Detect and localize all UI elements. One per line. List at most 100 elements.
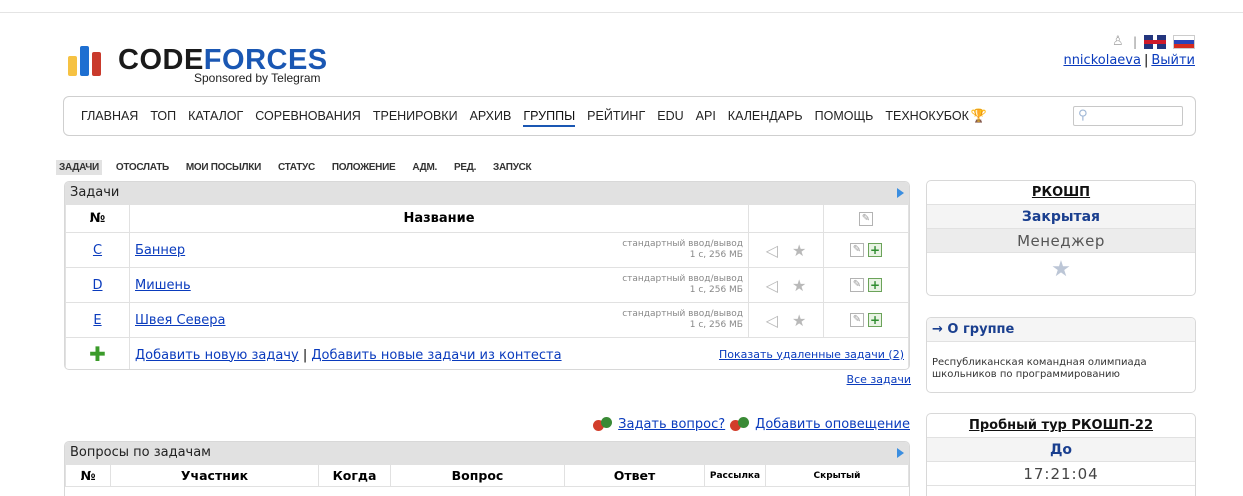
menu-item-calendar[interactable]: КАЛЕНДАРЬ: [728, 109, 803, 127]
arrow-right-icon[interactable]: [897, 188, 904, 198]
problem-name-link[interactable]: Мишень: [135, 274, 191, 293]
menu-item-help[interactable]: ПОМОЩЬ: [815, 109, 874, 127]
bell-icon[interactable]: ♙: [1112, 34, 1126, 50]
logo-bar-blue: [80, 46, 89, 76]
menu-item-edu[interactable]: EDU: [657, 109, 683, 127]
problem-name-link[interactable]: Швея Севера: [135, 309, 225, 328]
lang-separator: |: [1132, 35, 1137, 49]
problem-name-cell: Баннер стандартный ввод/вывод 1 с, 256 МБ: [129, 232, 749, 268]
submenu-status[interactable]: СТАТУС: [275, 160, 318, 175]
submenu-admin[interactable]: АДМ.: [409, 160, 440, 175]
menu-item-gym[interactable]: ТРЕНИРОВКИ: [373, 109, 458, 127]
problem-actions: ◁ ★: [749, 311, 823, 330]
logo-bar-yellow: [68, 56, 77, 76]
menu-item-top[interactable]: ТОП: [150, 109, 176, 127]
submenu-problems[interactable]: ЗАДАЧИ: [56, 160, 102, 175]
menu-item-catalog[interactable]: КАТАЛОГ: [188, 109, 243, 127]
problem-edit-actions: ✎ +: [824, 278, 908, 292]
problem-io: стандартный ввод/вывод: [622, 239, 743, 249]
plus-icon[interactable]: ✚: [89, 342, 106, 366]
col-edit-header: ✎: [823, 204, 909, 233]
problem-actions-cell: ◁ ★: [748, 267, 824, 303]
submenu-submit[interactable]: ОТОСЛАТЬ: [113, 160, 172, 175]
problem-name-link[interactable]: Баннер: [135, 239, 185, 258]
search-icon: ⚲: [1078, 108, 1088, 123]
add-announcement-link[interactable]: Добавить оповещение: [755, 417, 910, 432]
ru-flag-icon[interactable]: [1173, 35, 1195, 49]
problem-edit-cell: ✎ +: [823, 302, 909, 338]
star-icon[interactable]: ★: [792, 276, 806, 295]
menu-item-archive[interactable]: АРХИВ: [470, 109, 512, 127]
arrow-right-icon[interactable]: [897, 448, 904, 458]
star-icon[interactable]: ★: [927, 253, 1195, 287]
problems-table: № Название ✎ C Баннер стандартный ввод/в…: [65, 204, 909, 369]
logout-link[interactable]: Выйти: [1151, 53, 1195, 68]
col-name-header: Название: [129, 204, 749, 233]
problem-edit-actions: ✎ +: [824, 243, 908, 257]
edit-icon[interactable]: ✎: [850, 243, 864, 257]
group-title-row: РКОШП: [927, 181, 1195, 205]
add-test-icon[interactable]: +: [868, 278, 882, 292]
submenu-my-submissions[interactable]: МОИ ПОСЫЛКИ: [183, 160, 264, 175]
col-index-header: №: [65, 204, 130, 233]
codeforces-logo[interactable]: CODEFORCES Sponsored by Telegram: [68, 42, 348, 88]
about-group-title: → О группе: [927, 318, 1195, 342]
menu-item-contests[interactable]: СОРЕВНОВАНИЯ: [255, 109, 361, 127]
contest-before-label: До: [927, 438, 1195, 462]
add-links-separator: |: [302, 347, 308, 363]
add-test-icon[interactable]: +: [868, 313, 882, 327]
ask-question-link[interactable]: Задать вопрос?: [618, 417, 725, 432]
show-deleted-link[interactable]: Показать удаленные задачи (2): [719, 348, 908, 361]
problem-time-memory: 1 с, 256 МБ: [689, 320, 743, 330]
menu-item-rating[interactable]: РЕЙТИНГ: [587, 109, 645, 127]
about-group-box: → О группе Республиканская командная оли…: [926, 317, 1196, 393]
contest-title-link[interactable]: Пробный тур РКОШП-22: [969, 418, 1153, 433]
edit-icon[interactable]: ✎: [850, 313, 864, 327]
menu-item-home[interactable]: ГЛАВНАЯ: [81, 109, 138, 127]
send-icon[interactable]: ◁: [766, 241, 778, 260]
send-icon[interactable]: ◁: [766, 311, 778, 330]
contest-countdown-box: Пробный тур РКОШП-22 До 17:21:04: [926, 413, 1196, 496]
all-problems-link[interactable]: Все задачи: [847, 373, 911, 386]
problem-index-link[interactable]: D: [92, 278, 102, 293]
problem-io: стандартный ввод/вывод: [622, 274, 743, 284]
edit-header-icons: ✎: [824, 211, 908, 226]
submenu-edit[interactable]: РЕД.: [451, 160, 479, 175]
menu-item-groups[interactable]: ГРУППЫ: [523, 109, 576, 127]
search-input[interactable]: ⚲: [1073, 106, 1183, 126]
add-links-cell: Добавить новую задачу | Добавить новые з…: [129, 337, 909, 369]
add-from-contest-link[interactable]: Добавить новые задачи из контеста: [311, 348, 561, 363]
logo-bar-red: [92, 52, 101, 76]
group-role: Менеджер: [927, 229, 1195, 253]
star-icon[interactable]: ★: [792, 241, 806, 260]
edit-icon[interactable]: ✎: [850, 278, 864, 292]
people-icon: [730, 415, 750, 433]
problem-index-cell: C: [65, 232, 130, 268]
edit-icon[interactable]: ✎: [859, 211, 873, 226]
user-profile-link[interactable]: nnickolaeva: [1063, 53, 1141, 68]
menu-item-technocup[interactable]: ТЕХНОКУБОК 🏆: [885, 109, 987, 127]
col-when-header: Когда: [318, 464, 391, 487]
problem-limits: стандартный ввод/вывод 1 с, 256 МБ: [622, 274, 748, 296]
problem-index-cell: E: [65, 302, 130, 338]
table-row: E Швея Севера стандартный ввод/вывод 1 с,…: [65, 302, 909, 338]
uk-flag-icon[interactable]: [1144, 35, 1166, 49]
problems-box: Задачи № Название ✎ C Баннер стандартный…: [64, 181, 910, 370]
logo-code-text: CODE: [118, 44, 204, 76]
add-problem-link[interactable]: Добавить новую задачу: [135, 348, 299, 363]
send-icon[interactable]: ◁: [766, 276, 778, 295]
add-test-icon[interactable]: +: [868, 243, 882, 257]
submenu-standings[interactable]: ПОЛОЖЕНИЕ: [329, 160, 398, 175]
col-question-header: Вопрос: [390, 464, 565, 487]
problem-actions: ◁ ★: [749, 276, 823, 295]
problem-io: стандартный ввод/вывод: [622, 309, 743, 319]
submenu-launch[interactable]: ЗАПУСК: [490, 160, 534, 175]
problem-name-cell: Швея Севера стандартный ввод/вывод 1 с, 2…: [129, 302, 749, 338]
menu-item-api[interactable]: API: [696, 109, 716, 127]
problem-actions-cell: ◁ ★: [748, 232, 824, 268]
col-broadcast-header: Рассылка: [704, 464, 766, 487]
group-title-link[interactable]: РКОШП: [1032, 185, 1090, 200]
problem-index-link[interactable]: E: [93, 313, 101, 328]
problem-index-link[interactable]: C: [93, 243, 102, 258]
star-icon[interactable]: ★: [792, 311, 806, 330]
